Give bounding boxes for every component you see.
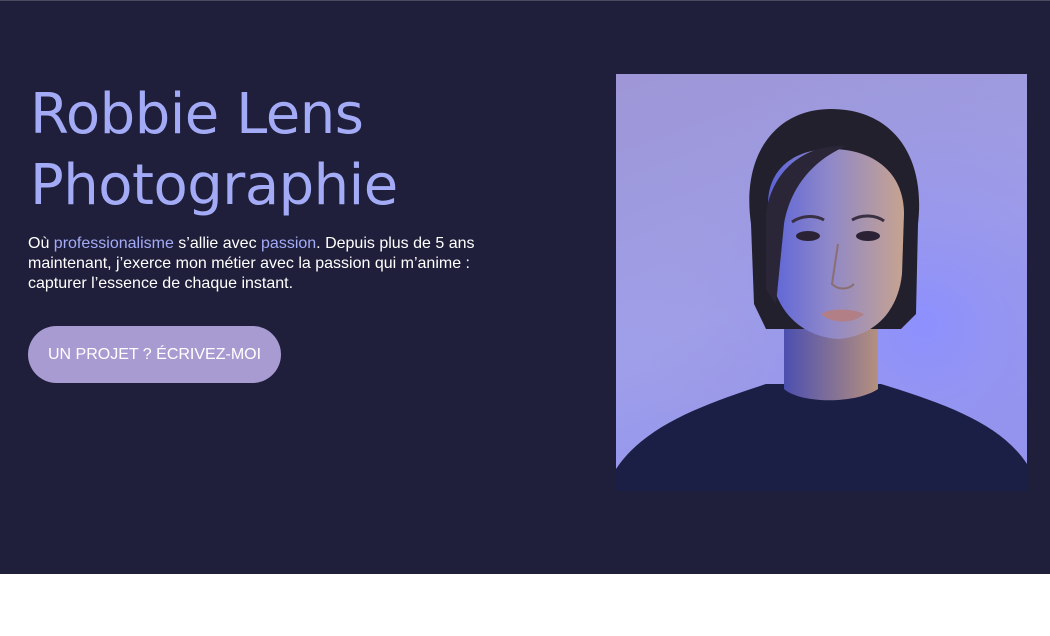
intro-text: Où professionalisme s’allie avec passion… (28, 234, 528, 294)
portrait-photo-illustration (616, 74, 1027, 491)
hero-section: Robbie Lens Photographie Où professional… (0, 1, 1050, 574)
contact-cta-button[interactable]: UN PROJET ? ÉCRIVEZ-MOI (28, 326, 281, 383)
portrait-photo (616, 74, 1027, 491)
highlight-passion: passion (261, 235, 317, 252)
intro-part-2: s’allie avec (173, 235, 262, 252)
title-line-1: Robbie Lens (30, 82, 364, 147)
highlight-professionalisme: professionalisme (53, 235, 174, 252)
title-line-2: Photographie (30, 153, 398, 218)
page-title: Robbie Lens Photographie (30, 79, 398, 221)
intro-part-1: Où (28, 235, 54, 252)
